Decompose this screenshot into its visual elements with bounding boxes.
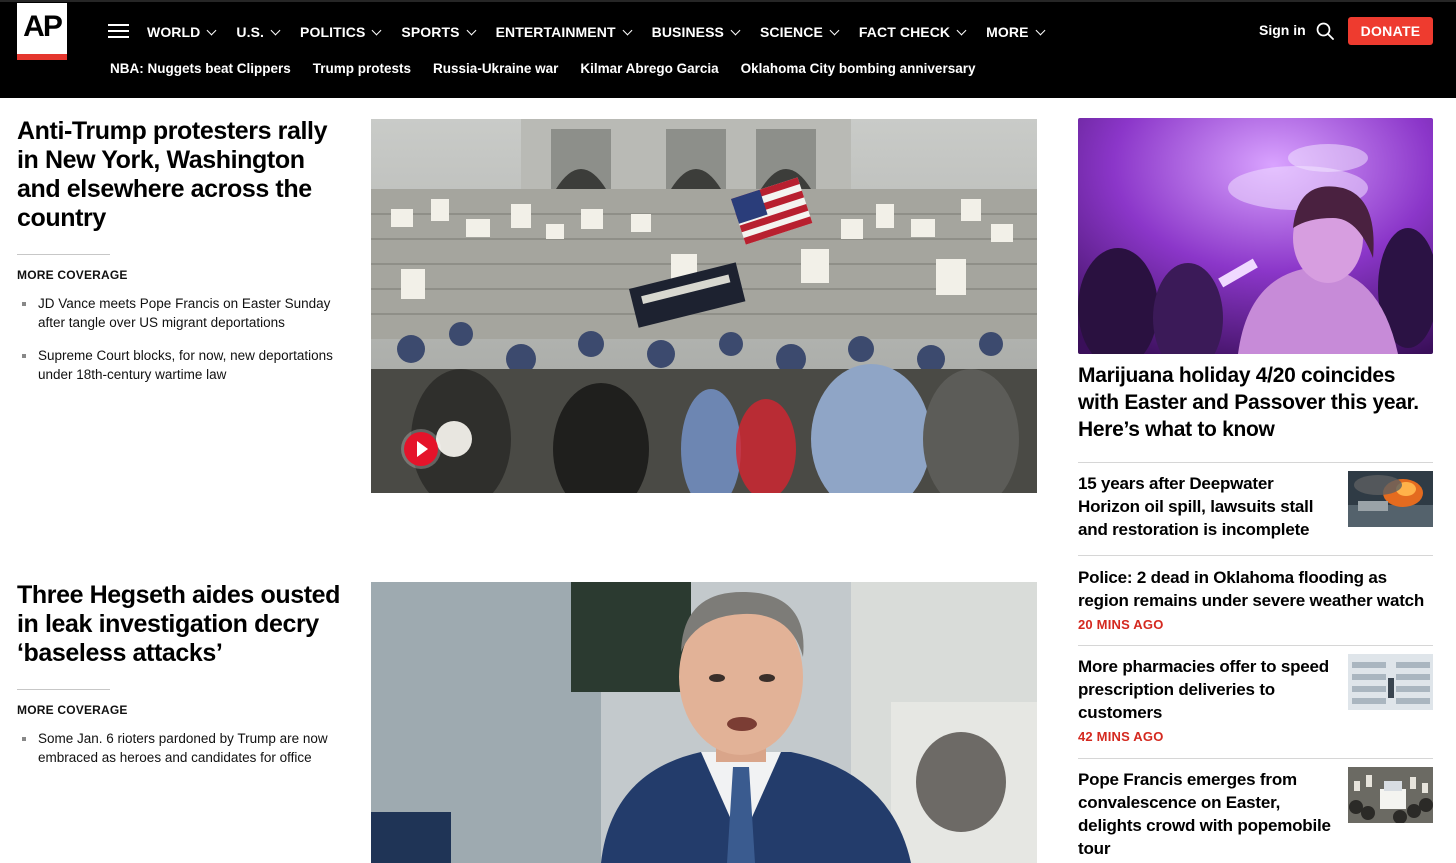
- related-link[interactable]: JD Vance meets Pope Francis on Easter Su…: [17, 294, 347, 332]
- lead-photo-protest[interactable]: [371, 119, 1037, 493]
- related-list: JD Vance meets Pope Francis on Easter Su…: [17, 294, 347, 384]
- hegseth-photo-image: [371, 582, 1037, 863]
- donate-button[interactable]: DONATE: [1348, 17, 1433, 45]
- marijuana-photo-image: [1078, 118, 1433, 354]
- lead-photo-hegseth[interactable]: [371, 582, 1037, 863]
- nav-item-label: SCIENCE: [759, 24, 823, 40]
- chevron-down-icon: [371, 25, 382, 35]
- nav-item-us[interactable]: U.S.: [236, 22, 281, 42]
- protest-photo-image: [371, 119, 1037, 493]
- chevron-down-icon: [206, 25, 217, 35]
- trending-link[interactable]: Oklahoma City bombing anniversary: [741, 61, 976, 76]
- rail-story[interactable]: More pharmacies offer to speed prescript…: [1078, 645, 1433, 758]
- lead-story-1: Anti-Trump protesters rally in New York,…: [17, 117, 347, 398]
- nav-item-label: BUSINESS: [651, 24, 724, 40]
- nav-item-label: POLITICS: [300, 24, 366, 40]
- more-coverage-label: MORE COVERAGE: [17, 703, 128, 717]
- hamburger-menu-icon[interactable]: [108, 24, 129, 39]
- rail-story-title: Pope Francis emerges from convalescence …: [1078, 770, 1331, 858]
- oil-spill-thumbnail: [1348, 471, 1433, 527]
- nav-item-entertainment[interactable]: ENTERTAINMENT: [495, 22, 633, 42]
- story-timestamp: 42 MINS AGO: [1078, 729, 1164, 744]
- chevron-down-icon: [956, 25, 967, 35]
- chevron-down-icon: [730, 25, 741, 35]
- divider: [17, 689, 110, 690]
- nav-item-label: SPORTS: [401, 24, 460, 40]
- rail-story-title: More pharmacies offer to speed prescript…: [1078, 657, 1329, 722]
- related-link[interactable]: Some Jan. 6 rioters pardoned by Trump ar…: [17, 729, 347, 767]
- nav-item-business[interactable]: BUSINESS: [651, 22, 741, 42]
- main-nav: WORLD U.S. POLITICS SPORTS ENTERTAINMENT…: [147, 22, 1065, 42]
- rail-story[interactable]: Pope Francis emerges from convalescence …: [1078, 758, 1433, 863]
- pharmacy-thumbnail: [1348, 654, 1433, 710]
- lead-story-2: Three Hegseth aides ousted in leak inves…: [17, 581, 347, 781]
- play-video-icon[interactable]: [404, 432, 438, 466]
- nav-item-label: U.S.: [236, 24, 265, 40]
- ap-logo[interactable]: AP: [17, 3, 67, 60]
- chevron-down-icon: [622, 25, 633, 35]
- nav-item-fact-check[interactable]: FACT CHECK: [858, 22, 967, 42]
- trending-link[interactable]: NBA: Nuggets beat Clippers: [110, 61, 291, 76]
- nav-item-world[interactable]: WORLD: [147, 22, 217, 42]
- related-link[interactable]: Supreme Court blocks, for now, new depor…: [17, 346, 347, 384]
- more-coverage-label: MORE COVERAGE: [17, 268, 128, 282]
- logo-red-bar: [17, 54, 67, 60]
- nav-item-label: ENTERTAINMENT: [495, 24, 616, 40]
- nav-item-label: MORE: [986, 24, 1029, 40]
- header-top-rule: [0, 0, 1456, 2]
- trending-link[interactable]: Russia-Ukraine war: [433, 61, 558, 76]
- trending-bar: NBA: Nuggets beat Clippers Trump protest…: [110, 61, 997, 76]
- rail-story[interactable]: 15 years after Deepwater Horizon oil spi…: [1078, 462, 1433, 555]
- rail-hero-headline[interactable]: Marijuana holiday 4/20 coincides with Ea…: [1078, 362, 1428, 443]
- rail-story-title: 15 years after Deepwater Horizon oil spi…: [1078, 474, 1314, 539]
- chevron-down-icon: [1035, 25, 1046, 35]
- nav-item-more[interactable]: MORE: [986, 22, 1046, 42]
- story-timestamp: 20 MINS AGO: [1078, 617, 1164, 632]
- related-list: Some Jan. 6 rioters pardoned by Trump ar…: [17, 729, 347, 767]
- popemobile-thumbnail: [1348, 767, 1433, 823]
- chevron-down-icon: [829, 25, 840, 35]
- rail-hero-photo[interactable]: [1078, 118, 1433, 354]
- nav-item-science[interactable]: SCIENCE: [759, 22, 840, 42]
- trending-link[interactable]: Kilmar Abrego Garcia: [580, 61, 718, 76]
- trending-link[interactable]: Trump protests: [313, 61, 411, 76]
- search-icon[interactable]: [1316, 22, 1334, 40]
- lead-headline[interactable]: Three Hegseth aides ousted in leak inves…: [17, 581, 347, 668]
- nav-item-sports[interactable]: SPORTS: [401, 22, 477, 42]
- rail-story-title: Police: 2 dead in Oklahoma flooding as r…: [1078, 568, 1425, 610]
- chevron-down-icon: [270, 25, 281, 35]
- site-header: AP WORLD U.S. POLITICS SPORTS ENTERTAINM…: [0, 0, 1456, 98]
- chevron-down-icon: [466, 25, 477, 35]
- nav-item-politics[interactable]: POLITICS: [300, 22, 382, 42]
- sign-in-link[interactable]: Sign in: [1259, 22, 1306, 38]
- nav-item-label: WORLD: [147, 24, 201, 40]
- logo-text: AP: [23, 10, 63, 43]
- lead-headline[interactable]: Anti-Trump protesters rally in New York,…: [17, 117, 347, 233]
- nav-item-label: FACT CHECK: [858, 24, 951, 40]
- divider: [17, 254, 110, 255]
- rail-story[interactable]: Police: 2 dead in Oklahoma flooding as r…: [1078, 555, 1433, 645]
